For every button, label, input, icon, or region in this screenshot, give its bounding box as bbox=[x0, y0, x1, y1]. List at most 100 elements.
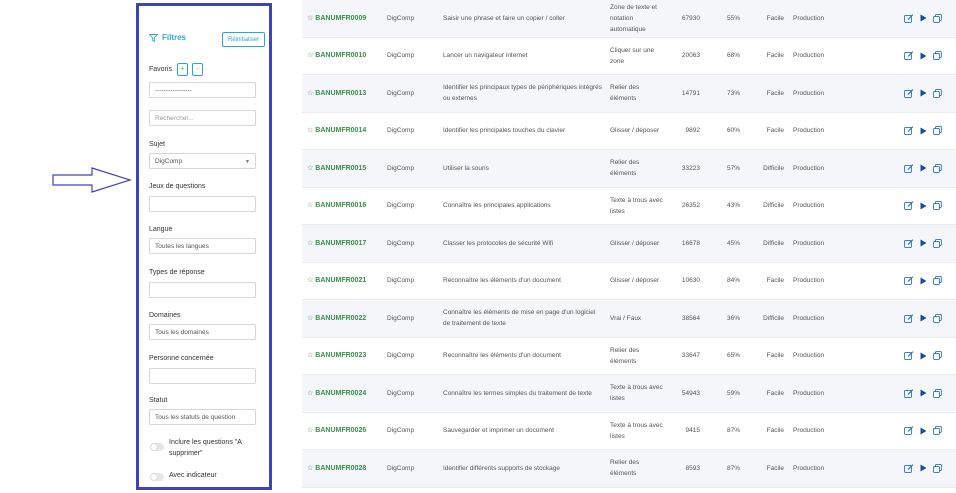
question-code[interactable]: ☆ BANUMFR0010 bbox=[307, 38, 366, 75]
edit-icon[interactable] bbox=[904, 14, 914, 23]
table-row[interactable]: ☆ BANUMFR0022 DigComp Connaître les élément… bbox=[302, 300, 956, 338]
edit-icon[interactable] bbox=[904, 426, 914, 436]
response-types-select[interactable] bbox=[149, 282, 256, 298]
edit-icon[interactable] bbox=[904, 201, 914, 211]
filters-sidebar: Filtres Réinitialiser Favoris + - ------… bbox=[143, 24, 265, 484]
question-code[interactable]: ☆ BANUMFR0014 bbox=[307, 113, 366, 150]
question-code[interactable]: ☆ BANUMFR0026 bbox=[307, 413, 366, 450]
play-icon[interactable] bbox=[920, 52, 927, 60]
star-icon[interactable]: ☆ bbox=[307, 463, 313, 474]
star-icon[interactable]: ☆ bbox=[307, 388, 313, 399]
table-row[interactable]: ☆ BANUMFR0013 DigComp Identifier les princi… bbox=[302, 75, 956, 113]
copy-icon[interactable] bbox=[933, 351, 942, 361]
domains-select[interactable]: Tous les domaines bbox=[149, 324, 256, 340]
play-icon[interactable] bbox=[920, 164, 927, 172]
question-subject: DigComp bbox=[387, 464, 415, 472]
favorites-select[interactable]: ----------------- bbox=[149, 82, 256, 98]
person-select[interactable] bbox=[149, 368, 256, 384]
star-icon[interactable]: ☆ bbox=[307, 350, 313, 361]
question-code[interactable]: ☆ BANUMFR0009 bbox=[307, 0, 366, 37]
table-row[interactable]: ☆ BANUMFR0028 DigComp Identifier différents… bbox=[302, 450, 956, 488]
question-code[interactable]: ☆ BANUMFR0013 bbox=[307, 75, 366, 112]
edit-icon[interactable] bbox=[904, 164, 914, 173]
row-actions bbox=[904, 338, 942, 375]
question-code[interactable]: ☆ BANUMFR0022 bbox=[307, 300, 366, 337]
status-select[interactable]: Tous les statuts de question bbox=[149, 409, 256, 425]
play-icon[interactable] bbox=[920, 389, 927, 397]
question-type: Relier des éléments bbox=[610, 459, 640, 478]
table-row[interactable]: ☆ BANUMFR0009 DigComp Saisir une phrase et … bbox=[302, 0, 956, 38]
play-icon[interactable] bbox=[920, 89, 927, 97]
edit-icon[interactable] bbox=[904, 89, 914, 98]
favorites-remove-button[interactable]: - bbox=[192, 63, 203, 76]
question-code[interactable]: ☆ BANUMFR0028 bbox=[307, 450, 366, 487]
table-row[interactable]: ☆ BANUMFR0010 DigComp Lancer un navigateur … bbox=[302, 38, 956, 75]
star-icon[interactable]: ☆ bbox=[307, 125, 313, 136]
star-icon[interactable]: ☆ bbox=[307, 50, 313, 61]
star-icon[interactable]: ☆ bbox=[307, 425, 313, 436]
star-icon[interactable]: ☆ bbox=[307, 275, 313, 286]
star-icon[interactable]: ☆ bbox=[307, 13, 313, 24]
play-icon[interactable] bbox=[920, 202, 927, 210]
star-icon[interactable]: ☆ bbox=[307, 238, 313, 249]
language-select[interactable]: Toutes les langues bbox=[149, 238, 256, 254]
play-icon[interactable] bbox=[920, 239, 927, 247]
question-success-rate: 87% bbox=[726, 464, 740, 472]
copy-icon[interactable] bbox=[933, 13, 942, 23]
table-row[interactable]: ☆ BANUMFR0014 DigComp Identifier les princi… bbox=[302, 113, 956, 150]
play-icon[interactable] bbox=[920, 277, 927, 285]
edit-icon[interactable] bbox=[904, 464, 914, 473]
table-row[interactable]: ☆ BANUMFR0017 DigComp Classer les protocole… bbox=[302, 225, 956, 263]
question-code[interactable]: ☆ BANUMFR0024 bbox=[307, 375, 366, 412]
table-row[interactable]: ☆ BANUMFR0024 DigComp Connaître les termes … bbox=[302, 375, 956, 413]
question-code[interactable]: ☆ BANUMFR0023 bbox=[307, 338, 366, 375]
copy-icon[interactable] bbox=[933, 201, 942, 211]
favorites-add-button[interactable]: + bbox=[177, 63, 188, 76]
table-row[interactable]: ☆ BANUMFR0015 DigComp Utiliser la souris Rel… bbox=[302, 150, 956, 188]
play-icon[interactable] bbox=[920, 14, 927, 22]
question-type: Texte à trous avec listes bbox=[610, 196, 663, 215]
copy-icon[interactable] bbox=[933, 276, 942, 286]
play-icon[interactable] bbox=[920, 427, 927, 435]
copy-icon[interactable] bbox=[933, 88, 942, 98]
star-icon[interactable]: ☆ bbox=[307, 313, 313, 324]
copy-icon[interactable] bbox=[933, 426, 942, 436]
table-row[interactable]: ☆ BANUMFR0023 DigComp Reconnaître les éléme… bbox=[302, 338, 956, 375]
question-sets-select[interactable] bbox=[149, 196, 256, 212]
edit-icon[interactable] bbox=[904, 351, 914, 361]
edit-icon[interactable] bbox=[904, 276, 914, 286]
question-code[interactable]: ☆ BANUMFR0016 bbox=[307, 188, 366, 225]
copy-icon[interactable] bbox=[933, 463, 942, 473]
star-icon[interactable]: ☆ bbox=[307, 88, 313, 99]
table-row[interactable]: ☆ BANUMFR0021 DigComp Reconnaître les éléme… bbox=[302, 263, 956, 300]
search-input[interactable]: Rechercher... bbox=[149, 110, 256, 126]
table-row[interactable]: ☆ BANUMFR0026 DigComp Sauvegarder et imprim… bbox=[302, 413, 956, 450]
reset-button[interactable]: Réinitialiser bbox=[222, 32, 265, 47]
edit-icon[interactable] bbox=[904, 126, 914, 136]
copy-icon[interactable] bbox=[933, 238, 942, 248]
row-actions bbox=[904, 150, 942, 187]
copy-icon[interactable] bbox=[933, 126, 942, 136]
copy-icon[interactable] bbox=[933, 51, 942, 61]
edit-icon[interactable] bbox=[904, 314, 914, 323]
include-deleted-toggle[interactable] bbox=[150, 443, 164, 451]
edit-icon[interactable] bbox=[904, 239, 914, 248]
question-code[interactable]: ☆ BANUMFR0017 bbox=[307, 225, 366, 262]
edit-icon[interactable] bbox=[904, 51, 914, 61]
with-indicator-toggle[interactable] bbox=[150, 473, 164, 481]
play-icon[interactable] bbox=[920, 127, 927, 135]
star-icon[interactable]: ☆ bbox=[307, 163, 313, 174]
subject-select[interactable]: DigComp ▼ bbox=[149, 153, 256, 169]
copy-icon[interactable] bbox=[933, 388, 942, 398]
copy-icon[interactable] bbox=[933, 163, 942, 173]
play-icon[interactable] bbox=[920, 314, 927, 322]
question-code[interactable]: ☆ BANUMFR0021 bbox=[307, 263, 366, 300]
copy-icon[interactable] bbox=[933, 313, 942, 323]
play-icon[interactable] bbox=[920, 352, 927, 360]
question-count: 9415 bbox=[685, 427, 700, 435]
question-code[interactable]: ☆ BANUMFR0015 bbox=[307, 150, 366, 187]
table-row[interactable]: ☆ BANUMFR0016 DigComp Connaître les princip… bbox=[302, 188, 956, 225]
edit-icon[interactable] bbox=[904, 389, 914, 398]
play-icon[interactable] bbox=[920, 464, 927, 472]
star-icon[interactable]: ☆ bbox=[307, 200, 313, 211]
